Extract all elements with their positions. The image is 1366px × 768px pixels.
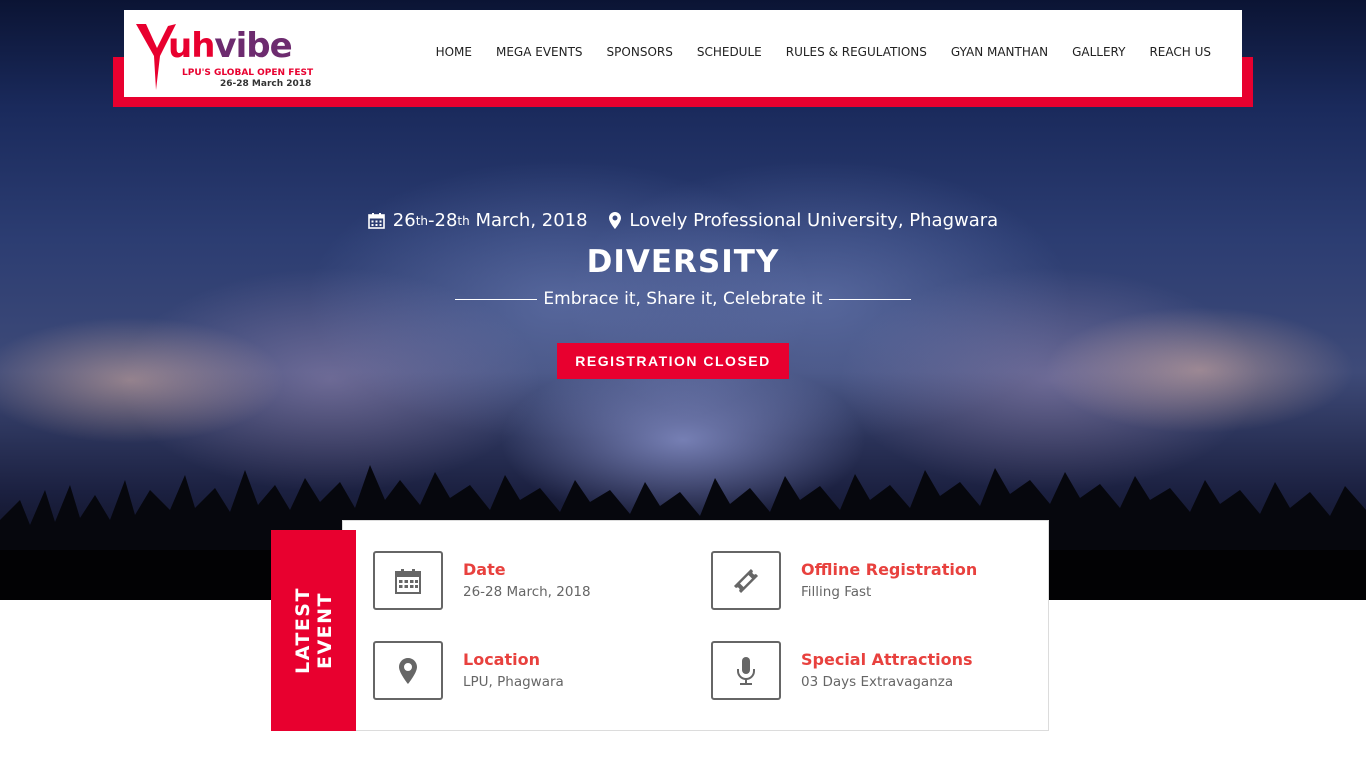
tagline-divider-right <box>828 298 911 300</box>
nav-mega-events[interactable]: MEGA EVENTS <box>484 45 595 59</box>
info-special-attractions-value: 03 Days Extravaganza <box>801 674 954 690</box>
hero-location: Lovely Professional University, Phagwara <box>609 210 998 231</box>
ticket-icon-box <box>711 551 781 610</box>
info-offline-registration-value: Filling Fast <box>801 584 872 600</box>
nav-gallery[interactable]: GALLERY <box>1060 45 1137 59</box>
registration-closed-button[interactable]: REGISTRATION CLOSED <box>557 343 789 379</box>
hero-tagline: Embrace it, Share it, Celebrate it <box>0 289 1366 309</box>
youthvibe-logo[interactable]: uhvibe LPU'S GLOBAL OPEN FEST 26-28 Marc… <box>134 16 313 92</box>
calendar-icon <box>395 568 421 594</box>
site-header: uhvibe LPU'S GLOBAL OPEN FEST 26-28 Marc… <box>124 10 1242 97</box>
microphone-icon-box <box>711 641 781 700</box>
ticket-icon <box>733 568 759 593</box>
info-date-value: 26-28 March, 2018 <box>463 584 591 600</box>
map-marker-icon <box>609 212 622 229</box>
info-date-title: Date <box>463 560 506 579</box>
logo-dates: 26-28 March 2018 <box>220 79 312 89</box>
latest-event-label-line2: EVENT <box>313 591 336 670</box>
hero-title: DIVERSITY <box>586 244 780 280</box>
calendar-icon <box>367 213 385 229</box>
main-nav: HOME MEGA EVENTS SPONSORS SCHEDULE RULES… <box>424 45 1223 59</box>
info-location-title: Location <box>463 650 540 669</box>
nav-home[interactable]: HOME <box>424 45 484 59</box>
nav-reach-us[interactable]: REACH US <box>1137 45 1223 59</box>
map-marker-icon <box>399 657 417 684</box>
tagline-divider-left <box>455 298 538 300</box>
latest-event-label-line1: LATEST <box>291 587 314 674</box>
nav-sponsors[interactable]: SPONSORS <box>595 45 685 59</box>
logo-wordmark: uhvibe <box>168 26 293 66</box>
nav-gyan-manthan[interactable]: GYAN MANTHAN <box>939 45 1060 59</box>
info-location-value: LPU, Phagwara <box>463 674 564 690</box>
calendar-icon-box <box>373 551 443 610</box>
hero-date: 26th -28th March, 2018 <box>367 210 588 231</box>
latest-event-card: Date 26-28 March, 2018 Offline Registrat… <box>342 520 1049 731</box>
latest-event-label: LATEST EVENT <box>271 530 356 731</box>
microphone-icon <box>737 656 755 685</box>
info-offline-registration-title: Offline Registration <box>801 560 978 579</box>
info-special-attractions-title: Special Attractions <box>801 650 973 669</box>
nav-rules-regulations[interactable]: RULES & REGULATIONS <box>774 45 939 59</box>
hero-meta: 26th -28th March, 2018 Lovely Professiona… <box>0 210 1366 234</box>
nav-schedule[interactable]: SCHEDULE <box>685 45 774 59</box>
logo-subtitle: LPU'S GLOBAL OPEN FEST <box>182 68 314 78</box>
map-marker-icon-box <box>373 641 443 700</box>
